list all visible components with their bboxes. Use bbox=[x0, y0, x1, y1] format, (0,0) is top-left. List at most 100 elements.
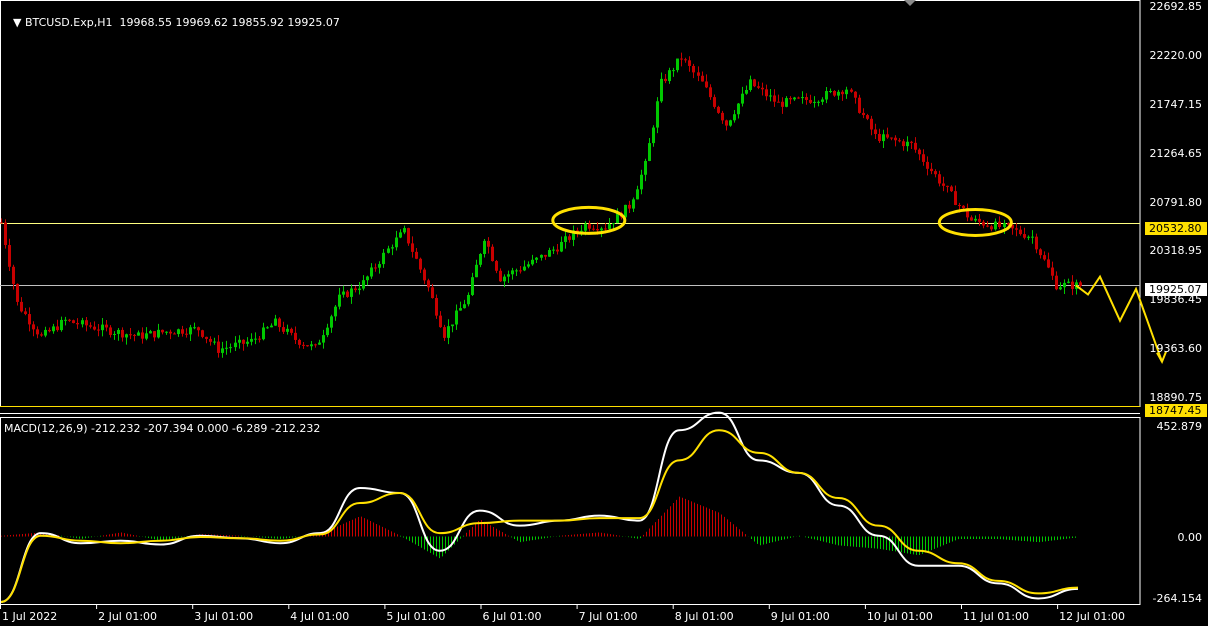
candle bbox=[209, 336, 212, 346]
candle-body bbox=[789, 98, 792, 100]
candle bbox=[395, 230, 398, 251]
candle bbox=[1019, 225, 1022, 236]
macd-tick-label: 452.879 bbox=[1156, 420, 1203, 433]
candle-body bbox=[93, 326, 96, 330]
candle-body bbox=[777, 101, 780, 103]
candle-body bbox=[773, 95, 776, 102]
candle bbox=[234, 336, 237, 352]
time-tick-label: 12 Jul 01:00 bbox=[1059, 610, 1126, 623]
candle bbox=[16, 283, 19, 306]
candle-body bbox=[242, 339, 245, 344]
candle-body bbox=[737, 103, 740, 115]
candle-body bbox=[564, 236, 567, 242]
candle bbox=[1039, 248, 1042, 259]
candle-body bbox=[757, 86, 760, 88]
candle bbox=[129, 328, 132, 340]
candle bbox=[238, 335, 241, 349]
candle-body bbox=[32, 324, 35, 330]
candle-body bbox=[507, 274, 510, 277]
candle-body bbox=[805, 97, 808, 100]
candle-body bbox=[44, 329, 47, 336]
candle-body bbox=[1039, 249, 1042, 256]
candle bbox=[878, 128, 881, 144]
candle-body bbox=[28, 314, 31, 325]
candle-body bbox=[930, 168, 933, 172]
macd-histogram bbox=[1, 496, 1076, 559]
candle bbox=[40, 332, 43, 337]
candle-body bbox=[435, 298, 438, 316]
candle bbox=[918, 148, 921, 161]
candle bbox=[713, 94, 716, 109]
candle-body bbox=[278, 318, 281, 328]
candle-body bbox=[898, 140, 901, 142]
candle bbox=[906, 136, 909, 152]
time-tick-label: 10 Jul 01:00 bbox=[866, 610, 933, 623]
candle-body bbox=[684, 59, 687, 61]
candle bbox=[225, 340, 228, 355]
candle-body bbox=[962, 205, 965, 209]
candle bbox=[636, 185, 639, 200]
candle bbox=[592, 224, 595, 231]
candle-body bbox=[197, 327, 200, 331]
candle bbox=[717, 105, 720, 114]
candle bbox=[475, 259, 478, 278]
candle-body bbox=[854, 91, 857, 98]
candle-body bbox=[837, 91, 840, 96]
candle-body bbox=[612, 223, 615, 225]
candle-body bbox=[560, 241, 563, 252]
candle bbox=[656, 97, 659, 134]
candle bbox=[455, 304, 458, 330]
candle-body bbox=[866, 115, 869, 119]
candle-body bbox=[652, 127, 655, 144]
candle-body bbox=[125, 334, 128, 338]
candle bbox=[1079, 280, 1082, 288]
candle-body bbox=[153, 331, 156, 338]
candle bbox=[459, 301, 462, 311]
candle-body bbox=[298, 339, 301, 345]
candle bbox=[511, 267, 514, 280]
candle-body bbox=[954, 191, 957, 205]
time-tick-label: 4 Jul 01:00 bbox=[290, 610, 350, 623]
candle bbox=[765, 84, 768, 101]
candle bbox=[680, 52, 683, 67]
candle-body bbox=[169, 331, 172, 334]
symbol-header[interactable]: ▼ BTCUSD.Exp,H1 19968.55 19969.62 19855.… bbox=[6, 3, 340, 29]
candle-body bbox=[81, 320, 84, 325]
candle bbox=[407, 227, 410, 246]
candle bbox=[439, 311, 442, 328]
candle-body bbox=[886, 134, 889, 138]
candle bbox=[548, 247, 551, 257]
candle-body bbox=[870, 118, 873, 130]
candle bbox=[302, 341, 305, 349]
candlestick-series[interactable] bbox=[0, 52, 1082, 358]
candle-body bbox=[523, 266, 526, 271]
candle-body bbox=[250, 338, 253, 342]
candle-body bbox=[487, 240, 490, 247]
candle-body bbox=[902, 141, 905, 147]
candle bbox=[672, 67, 675, 77]
candle-body bbox=[785, 98, 788, 107]
candle bbox=[1035, 233, 1038, 254]
candle-body bbox=[938, 174, 941, 184]
price-tick-label: 20791.80 bbox=[1149, 196, 1203, 209]
candle-body bbox=[64, 319, 67, 321]
candle bbox=[282, 321, 285, 335]
candle bbox=[32, 321, 35, 337]
candle-body bbox=[862, 112, 865, 116]
candle bbox=[527, 261, 530, 269]
trading-chart[interactable] bbox=[0, 0, 1208, 626]
candle bbox=[568, 234, 571, 243]
candle bbox=[85, 317, 88, 332]
candle bbox=[898, 138, 901, 143]
candle bbox=[141, 327, 144, 344]
collapse-arrow-icon[interactable]: ▼ bbox=[13, 16, 25, 29]
candle-body bbox=[185, 333, 188, 335]
candle bbox=[994, 218, 997, 231]
candle-body bbox=[266, 327, 269, 329]
candle bbox=[246, 337, 249, 347]
candle bbox=[149, 329, 152, 334]
candle bbox=[934, 169, 937, 178]
candle bbox=[382, 249, 385, 268]
candle bbox=[270, 323, 273, 328]
candle bbox=[684, 57, 687, 63]
